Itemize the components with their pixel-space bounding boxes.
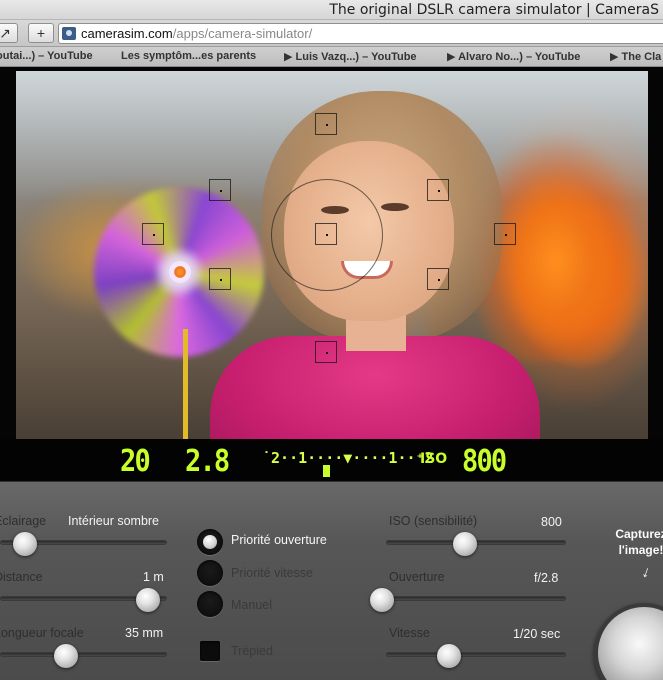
url-text[interactable]: camerasim.com/apps/camera-simulator/	[81, 26, 312, 41]
viewfinder-lcd: 20 2.8 ˙2··1····▼····1··⁺2 ISO 800	[0, 439, 663, 481]
shutter-value: 1/20 sec	[513, 627, 561, 641]
camera-viewfinder: 20 2.8 ˙2··1····▼····1··⁺2 ISO 800	[0, 67, 663, 481]
distance-slider-knob[interactable]	[136, 588, 161, 612]
bookmark-item[interactable]: ▶ The Cla	[610, 50, 661, 63]
iso-value: 800	[541, 515, 562, 529]
lcd-shutter-speed: 20	[120, 444, 151, 479]
distance-label: Distance	[0, 570, 43, 584]
subject-shirt	[210, 336, 540, 439]
iso-slider-knob[interactable]	[452, 532, 477, 556]
bookmark-item[interactable]: ▶ Luis Vazq...) – YouTube	[284, 50, 417, 63]
mode-radio-shutter-priority[interactable]	[197, 560, 223, 586]
aperture-slider-knob[interactable]	[370, 588, 394, 612]
capture-button[interactable]	[594, 603, 663, 680]
distance-value: 1 m	[143, 570, 164, 584]
bookmarks-bar: outai...) – YouTube Les symptôm...es par…	[0, 47, 663, 67]
bookmark-item[interactable]: ▶ Alvaro No...) – YouTube	[447, 50, 580, 63]
window-title: The original DSLR camera simulator | Cam…	[329, 2, 659, 18]
tripod-label[interactable]: Trépied	[231, 644, 273, 658]
address-bar[interactable]: camerasim.com/apps/camera-simulator/	[58, 23, 663, 44]
lcd-exposure-meter: ˙2··1····▼····1··⁺2	[262, 449, 434, 467]
lcd-aperture: 2.8	[185, 444, 230, 479]
url-path: /apps/camera-simulator/	[172, 26, 313, 41]
af-point	[142, 223, 164, 245]
bookmark-item[interactable]: outai...) – YouTube	[0, 50, 93, 62]
aperture-value: f/2.8	[534, 571, 559, 585]
af-point	[315, 341, 337, 363]
af-point	[315, 223, 337, 245]
pinwheel-stick	[183, 329, 188, 439]
lcd-iso-label: ISO	[420, 451, 448, 467]
af-point	[315, 113, 337, 135]
mode-radio-manual[interactable]	[197, 591, 223, 617]
site-favicon-icon	[62, 27, 76, 40]
af-point	[209, 268, 231, 290]
focal-length-value: 35 mm	[125, 626, 164, 640]
window-titlebar: The original DSLR camera simulator | Cam…	[0, 0, 663, 20]
shutter-label: Vitesse	[389, 626, 430, 640]
af-point	[427, 268, 449, 290]
focal-length-label: Longueur focale	[0, 626, 84, 640]
lighting-label: Éclairage	[0, 514, 47, 528]
mode-radio-aperture-priority[interactable]	[197, 529, 223, 555]
shutter-slider-knob[interactable]	[436, 644, 461, 668]
bookmark-item[interactable]: Les symptôm...es parents	[121, 50, 256, 62]
aperture-slider-track[interactable]	[386, 596, 566, 601]
lighting-slider-knob[interactable]	[12, 532, 37, 556]
browser-toolbar: ↗ + camerasim.com/apps/camera-simulator/	[0, 20, 663, 47]
shutter-slider-track[interactable]	[386, 652, 566, 657]
mode-label-aperture-priority[interactable]: Priorité ouverture	[231, 533, 327, 547]
viewfinder-photo	[16, 71, 648, 439]
url-host: camerasim.com	[81, 26, 173, 41]
iso-label: ISO (sensibilité)	[389, 514, 478, 528]
capture-arrow-icon: ↓	[639, 563, 653, 582]
mode-label-shutter-priority[interactable]: Priorité vitesse	[231, 566, 313, 580]
af-point	[427, 179, 449, 201]
af-point	[494, 223, 516, 245]
camera-controls-panel: Éclairage Intérieur sombre Distance 1 m …	[0, 481, 663, 680]
lcd-iso: 800	[462, 444, 507, 479]
pinwheel-center	[169, 261, 191, 283]
lighting-value: Intérieur sombre	[68, 514, 160, 528]
tripod-checkbox[interactable]	[200, 641, 220, 661]
share-button[interactable]: ↗	[0, 23, 18, 43]
focal-length-slider-track[interactable]	[0, 652, 167, 657]
aperture-label: Ouverture	[389, 570, 445, 584]
mode-label-manual[interactable]: Manuel	[231, 598, 272, 612]
exposure-pointer-icon	[323, 465, 330, 477]
new-tab-button[interactable]: +	[28, 23, 54, 43]
subject-eye	[381, 203, 409, 211]
af-point	[209, 179, 231, 201]
capture-label: Capturez l'image!	[615, 527, 663, 557]
focal-length-slider-knob[interactable]	[53, 644, 78, 668]
